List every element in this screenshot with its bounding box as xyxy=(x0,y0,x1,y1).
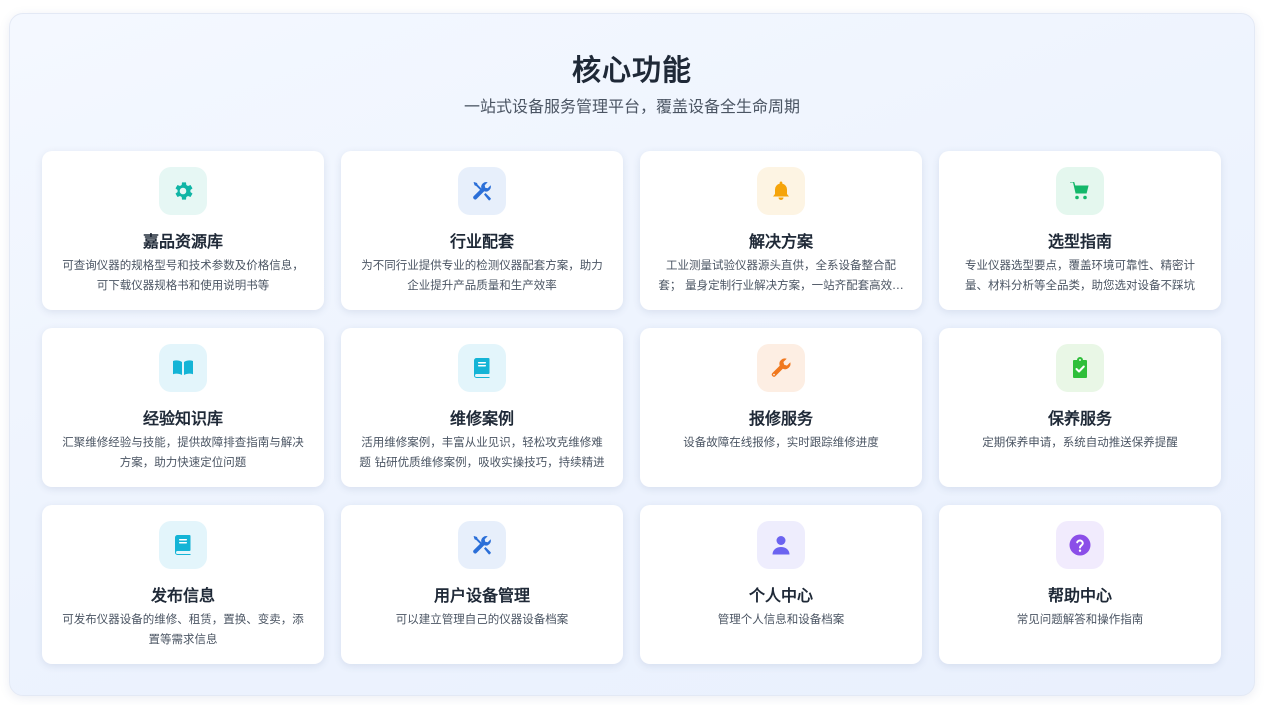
card-title: 报修服务 xyxy=(748,409,813,428)
card-description: 设备故障在线报修，实时跟踪维修进度 xyxy=(683,435,879,449)
feature-grid: 嘉品资源库 可查询仪器的规格型号和技术参数及价格信息，可下载仪器规格书和使用说明… xyxy=(42,151,1221,664)
card-help-center[interactable]: 帮助中心 常见问题解答和操作指南 xyxy=(939,505,1221,664)
card-description: 专业仪器选型要点，覆盖环境可靠性、精密计量、材料分析等全品类，助您选对设备不踩坑 xyxy=(965,258,1195,292)
card-title: 个人中心 xyxy=(748,586,813,605)
card-description: 常见问题解答和操作指南 xyxy=(1016,612,1144,626)
card-title: 用户设备管理 xyxy=(433,586,530,605)
card-description: 可以建立管理自己的仪器设备档案 xyxy=(395,612,569,626)
card-repair-service[interactable]: 报修服务 设备故障在线报修，实时跟踪维修进度 xyxy=(640,328,922,487)
card-title: 维修案例 xyxy=(449,409,514,428)
tools-icon xyxy=(458,167,506,215)
card-title: 行业配套 xyxy=(449,232,514,251)
bell-icon xyxy=(757,167,805,215)
card-title: 解决方案 xyxy=(748,232,813,251)
card-industry-matching[interactable]: 行业配套 为不同行业提供专业的检测仪器配套方案，助力企业提升产品质量和生产效率 xyxy=(341,151,623,310)
card-publish-info[interactable]: 发布信息 可发布仪器设备的维修、租赁，置换、变卖，添置等需求信息 xyxy=(42,505,324,664)
tools-icon xyxy=(458,521,506,569)
card-title: 发布信息 xyxy=(150,586,215,605)
question-icon xyxy=(1056,521,1104,569)
card-maintenance-service[interactable]: 保养服务 定期保养申请，系统自动推送保养提醒 xyxy=(939,328,1221,487)
card-title: 帮助中心 xyxy=(1047,586,1112,605)
book-icon xyxy=(458,344,506,392)
card-title: 嘉品资源库 xyxy=(142,232,223,251)
card-description: 汇聚维修经验与技能，提供故障排查指南与解决方案，助力快速定位问题 xyxy=(62,435,304,469)
book-open-icon xyxy=(159,344,207,392)
core-features-panel: 核心功能 一站式设备服务管理平台，覆盖设备全生命周期 嘉品资源库 可查询仪器的规… xyxy=(9,13,1255,696)
book-icon xyxy=(159,521,207,569)
card-description: 为不同行业提供专业的检测仪器配套方案，助力企业提升产品质量和生产效率 xyxy=(361,258,603,292)
wrench-icon xyxy=(757,344,805,392)
card-description: 活用维修案例，丰富从业见识，轻松攻克维修难题 钻研优质维修案例，吸收实操技巧，持… xyxy=(359,435,605,469)
card-knowledge-base[interactable]: 经验知识库 汇聚维修经验与技能，提供故障排查指南与解决方案，助力快速定位问题 xyxy=(42,328,324,487)
card-description: 管理个人信息和设备档案 xyxy=(717,612,845,626)
card-title: 保养服务 xyxy=(1047,409,1112,428)
clipboard-check-icon xyxy=(1056,344,1104,392)
section-title: 核心功能 xyxy=(571,53,692,87)
card-repair-cases[interactable]: 维修案例 活用维修案例，丰富从业见识，轻松攻克维修难题 钻研优质维修案例，吸收实… xyxy=(341,328,623,487)
card-description: 定期保养申请，系统自动推送保养提醒 xyxy=(982,435,1178,449)
card-personal-center[interactable]: 个人中心 管理个人信息和设备档案 xyxy=(640,505,922,664)
card-solutions[interactable]: 解决方案 工业测量试验仪器源头直供，全系设备整合配套； 量身定制行业解决方案，一… xyxy=(640,151,922,310)
card-title: 经验知识库 xyxy=(142,409,223,428)
section-subtitle: 一站式设备服务管理平台，覆盖设备全生命周期 xyxy=(463,97,800,116)
gear-icon xyxy=(159,167,207,215)
card-description: 可发布仪器设备的维修、租赁，置换、变卖，添置等需求信息 xyxy=(62,612,304,646)
card-selection-guide[interactable]: 选型指南 专业仪器选型要点，覆盖环境可靠性、精密计量、材料分析等全品类，助您选对… xyxy=(939,151,1221,310)
cart-icon xyxy=(1056,167,1104,215)
card-title: 选型指南 xyxy=(1047,232,1112,251)
user-icon xyxy=(757,521,805,569)
card-resource-library[interactable]: 嘉品资源库 可查询仪器的规格型号和技术参数及价格信息，可下载仪器规格书和使用说明… xyxy=(42,151,324,310)
card-description: 工业测量试验仪器源头直供，全系设备整合配套； 量身定制行业解决方案，一站齐配套高… xyxy=(658,258,904,292)
card-description: 可查询仪器的规格型号和技术参数及价格信息，可下载仪器规格书和使用说明书等 xyxy=(62,258,304,292)
card-user-equipment[interactable]: 用户设备管理 可以建立管理自己的仪器设备档案 xyxy=(341,505,623,664)
